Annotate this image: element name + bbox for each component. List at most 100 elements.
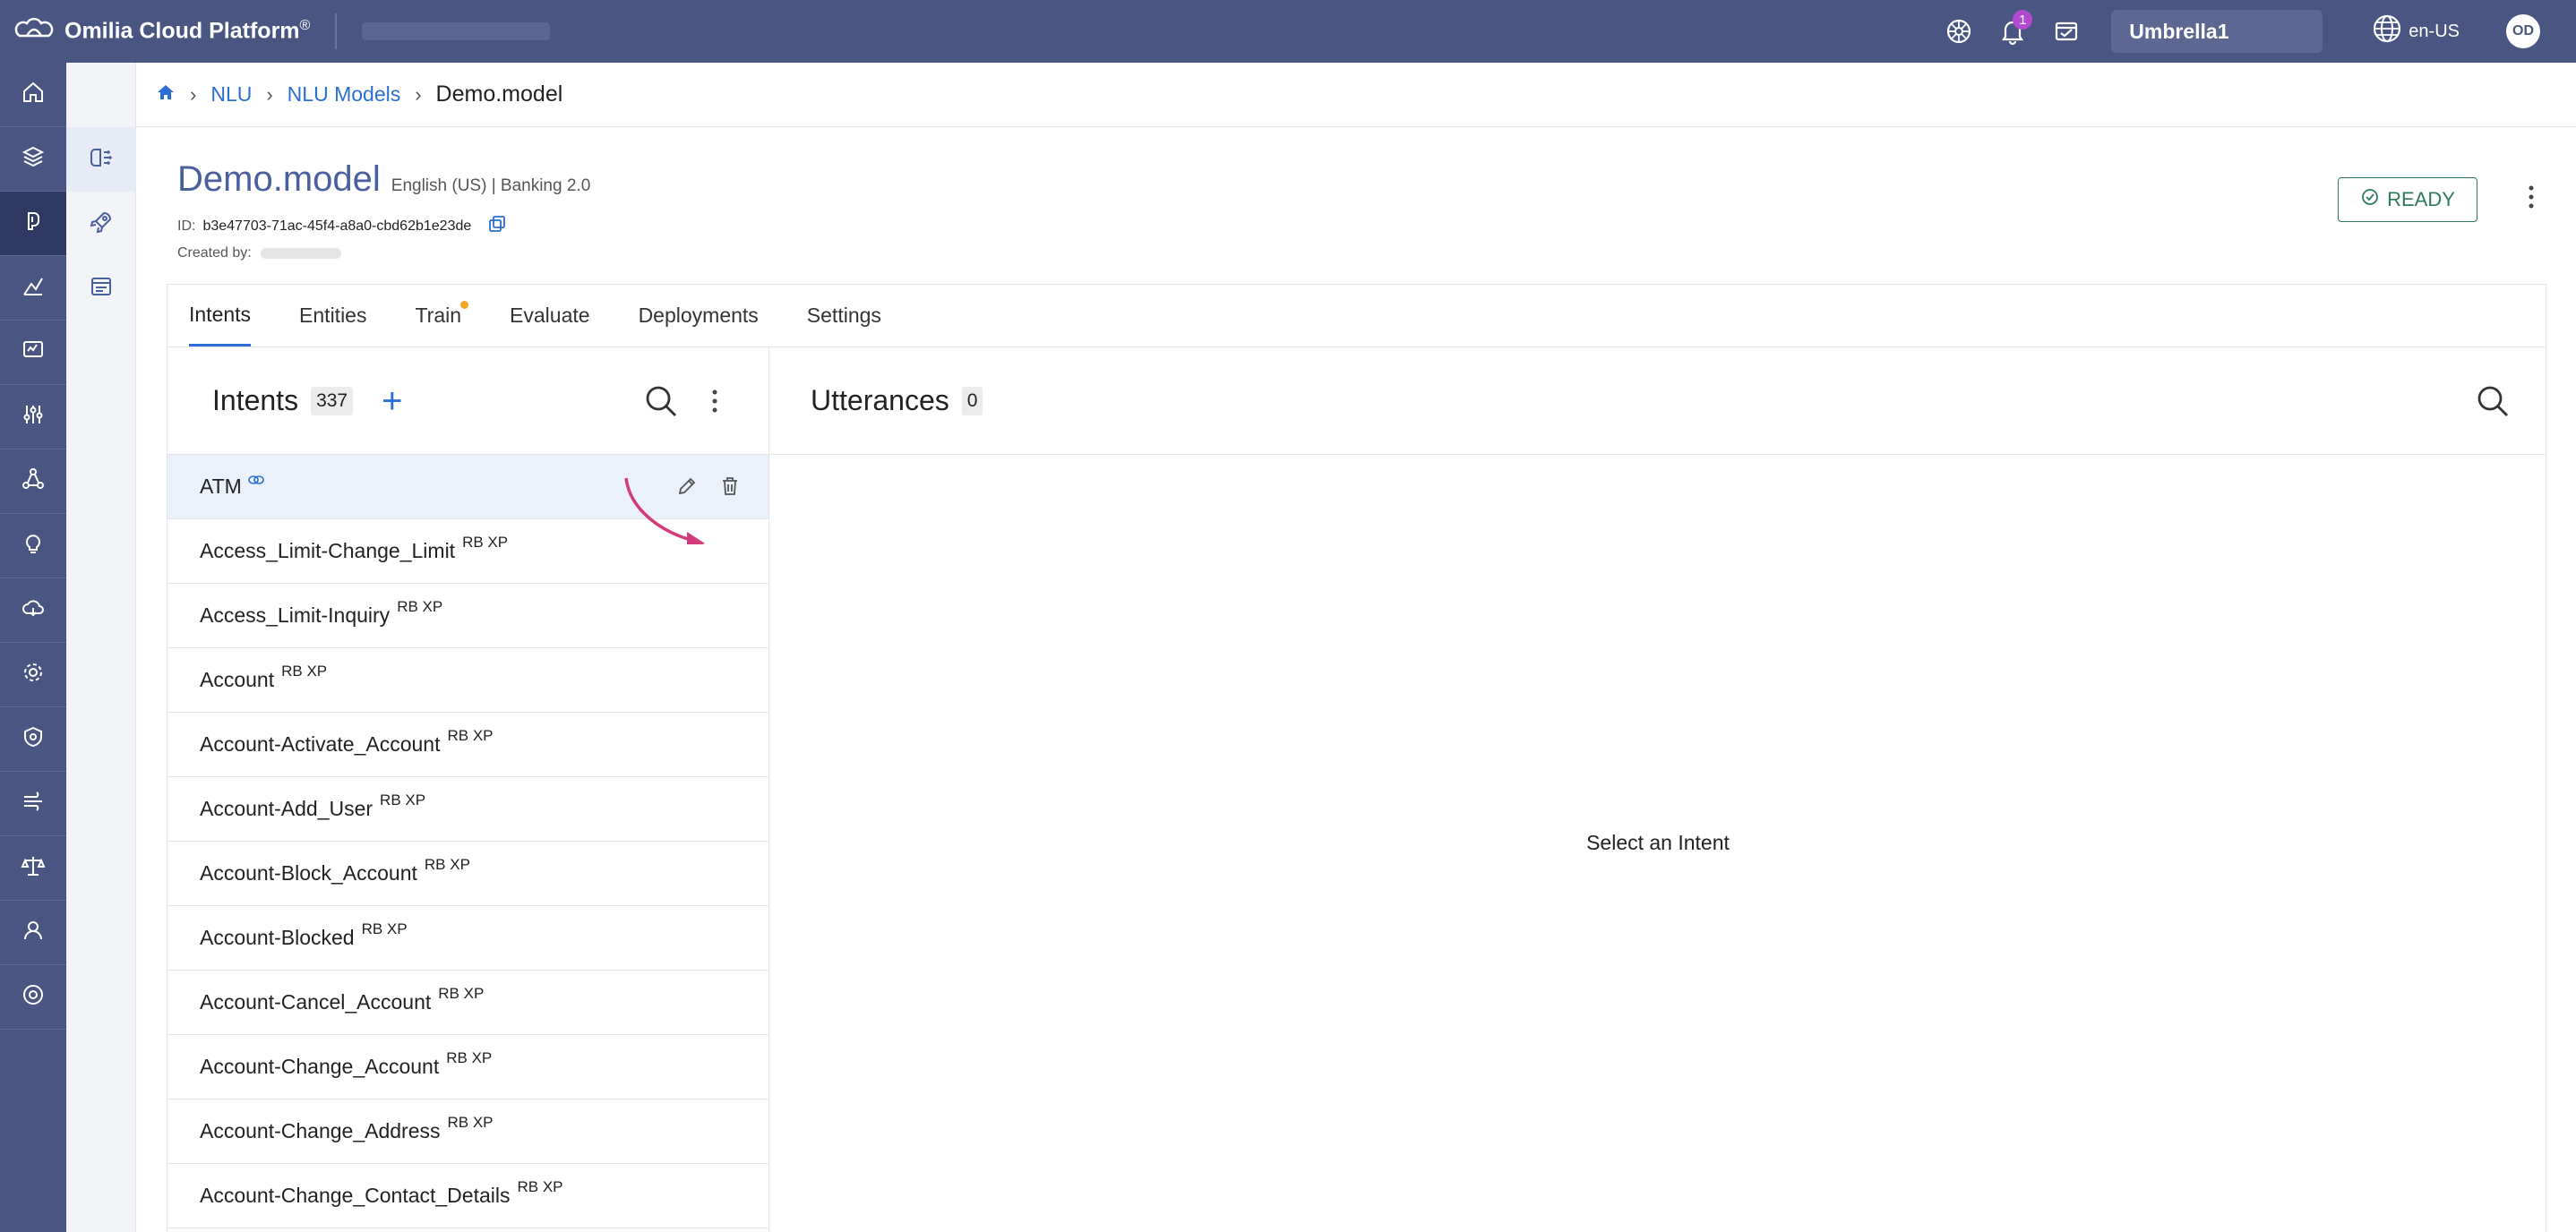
list-item[interactable]: Account-Activate_Account RB XP — [167, 713, 769, 777]
monitor-icon — [21, 338, 46, 367]
intent-tag: RB XP — [447, 726, 494, 744]
created-by-label: Created by: — [177, 245, 252, 261]
link-icon — [247, 467, 265, 492]
left-navigation — [0, 63, 66, 1232]
created-by: Created by: — [177, 245, 2576, 261]
nav-nlu[interactable] — [0, 192, 66, 256]
notifications-bell-icon[interactable]: 1 — [1996, 10, 2033, 47]
list-item[interactable]: Account-Cancel_Account RB XP — [167, 971, 769, 1035]
tab-deployments[interactable]: Deployments — [639, 285, 759, 346]
chart-line-icon — [21, 273, 46, 303]
lifebuoy-icon — [21, 982, 46, 1012]
nav-users[interactable] — [0, 901, 66, 965]
intent-name: Account — [200, 668, 275, 691]
status-ready-button[interactable]: READY — [2338, 177, 2477, 222]
breadcrumb-nlu[interactable]: NLU — [210, 82, 252, 107]
brand[interactable]: Omilia Cloud Platform® — [14, 16, 310, 47]
tab-intents[interactable]: Intents — [189, 285, 252, 346]
utterances-header: Utterances 0 — [769, 347, 2546, 455]
nav-monitor[interactable] — [0, 321, 66, 385]
nav-config[interactable] — [0, 643, 66, 707]
top-bar: Omilia Cloud Platform® 1 Umbrella1 en-US… — [0, 0, 2576, 63]
brand-name: Omilia Cloud Platform® — [64, 18, 311, 44]
nav-analytics[interactable] — [0, 256, 66, 321]
intent-tag: RB XP — [462, 533, 509, 551]
model-panel: Intents Entities Train Evaluate Deployme… — [167, 284, 2546, 1232]
tab-bar: Intents Entities Train Evaluate Deployme… — [167, 285, 2546, 347]
user-icon — [21, 918, 46, 947]
nav-support[interactable] — [0, 965, 66, 1030]
shield-icon — [21, 724, 46, 754]
intent-tag: RB XP — [397, 597, 443, 615]
model-id: ID: b3e47703-71ac-45f4-a8a0-cbd62b1e23de — [177, 214, 2576, 238]
chevron-right-icon: › — [415, 82, 422, 106]
language-selector[interactable]: en-US — [2371, 13, 2460, 50]
list-item[interactable]: Account-Block_Account RB XP — [167, 842, 769, 906]
subnav-reports[interactable] — [66, 256, 136, 321]
more-options-icon[interactable] — [711, 389, 718, 418]
train-indicator-dot — [460, 301, 469, 309]
intent-tag: RB XP — [361, 920, 408, 937]
nav-balance[interactable] — [0, 836, 66, 901]
home-icon[interactable] — [156, 82, 176, 107]
tab-train[interactable]: Train — [415, 285, 469, 346]
list-item[interactable]: Account RB XP — [167, 648, 769, 713]
intent-name: Account-Activate_Account — [200, 732, 441, 756]
organization-select[interactable]: Umbrella1 — [2111, 10, 2323, 53]
intents-header: Intents 337 + — [167, 347, 769, 455]
list-item[interactable]: Account-Change_Contact_Details RB XP — [167, 1164, 769, 1228]
chevron-right-icon: › — [266, 82, 273, 106]
nav-home[interactable] — [0, 63, 66, 127]
gear-icon — [21, 660, 46, 689]
globe-icon — [2371, 13, 2409, 50]
apps-icon[interactable] — [1943, 15, 1975, 47]
status-label: READY — [2387, 188, 2455, 210]
search-icon[interactable] — [643, 383, 679, 424]
intent-name: Account-Change_Contact_Details — [200, 1184, 511, 1207]
tab-entities[interactable]: Entities — [299, 285, 366, 346]
model-id-label: ID: — [177, 218, 196, 234]
brain-icon — [88, 144, 115, 175]
tab-settings[interactable]: Settings — [807, 285, 881, 346]
intent-name: ATM — [200, 475, 242, 498]
copy-icon[interactable] — [487, 214, 507, 238]
utterances-count-badge: 0 — [961, 386, 983, 415]
balance-scale-icon — [21, 853, 46, 883]
nav-layers[interactable] — [0, 127, 66, 192]
notes-icon[interactable] — [2050, 15, 2082, 47]
chevron-right-icon: › — [190, 82, 197, 106]
intent-tag: RB XP — [281, 662, 328, 680]
nav-network[interactable] — [0, 449, 66, 514]
lightbulb-icon — [21, 531, 46, 560]
main-content: › NLU › NLU Models › Demo.model Demo.mod… — [136, 63, 2576, 1232]
search-icon[interactable] — [2475, 383, 2511, 424]
user-avatar[interactable]: OD — [2506, 14, 2540, 48]
more-options-icon[interactable] — [2528, 184, 2535, 214]
nav-cloud[interactable] — [0, 578, 66, 643]
subnav-models[interactable] — [66, 127, 136, 192]
nav-insights[interactable] — [0, 514, 66, 578]
check-circle-icon — [2360, 187, 2387, 212]
tab-evaluate[interactable]: Evaluate — [510, 285, 590, 346]
intent-name: Account-Block_Account — [200, 861, 417, 885]
breadcrumb-nlu-models[interactable]: NLU Models — [288, 82, 401, 107]
page-title: Demo.model — [177, 159, 381, 199]
divider — [335, 13, 338, 49]
layers-icon — [21, 144, 46, 174]
annotation-arrow — [615, 473, 714, 550]
list-item[interactable]: Access_Limit-Inquiry RB XP — [167, 584, 769, 648]
nav-flows[interactable] — [0, 772, 66, 836]
subnav-deploy[interactable] — [66, 192, 136, 256]
list-item[interactable]: Account-Blocked RB XP — [167, 906, 769, 971]
nav-settings-sliders[interactable] — [0, 385, 66, 449]
nav-security[interactable] — [0, 707, 66, 772]
language-label: en-US — [2409, 21, 2460, 41]
add-intent-button[interactable]: + — [382, 383, 402, 419]
list-item[interactable]: Account-Add_User RB XP — [167, 777, 769, 842]
sliders-icon — [21, 402, 46, 432]
list-item[interactable]: Account-Change_Account RB XP — [167, 1035, 769, 1099]
intent-name: Access_Limit-Inquiry — [200, 603, 391, 627]
list-item[interactable]: Account-Change_Address RB XP — [167, 1099, 769, 1164]
network-icon — [21, 466, 46, 496]
nlu-icon — [21, 209, 46, 238]
